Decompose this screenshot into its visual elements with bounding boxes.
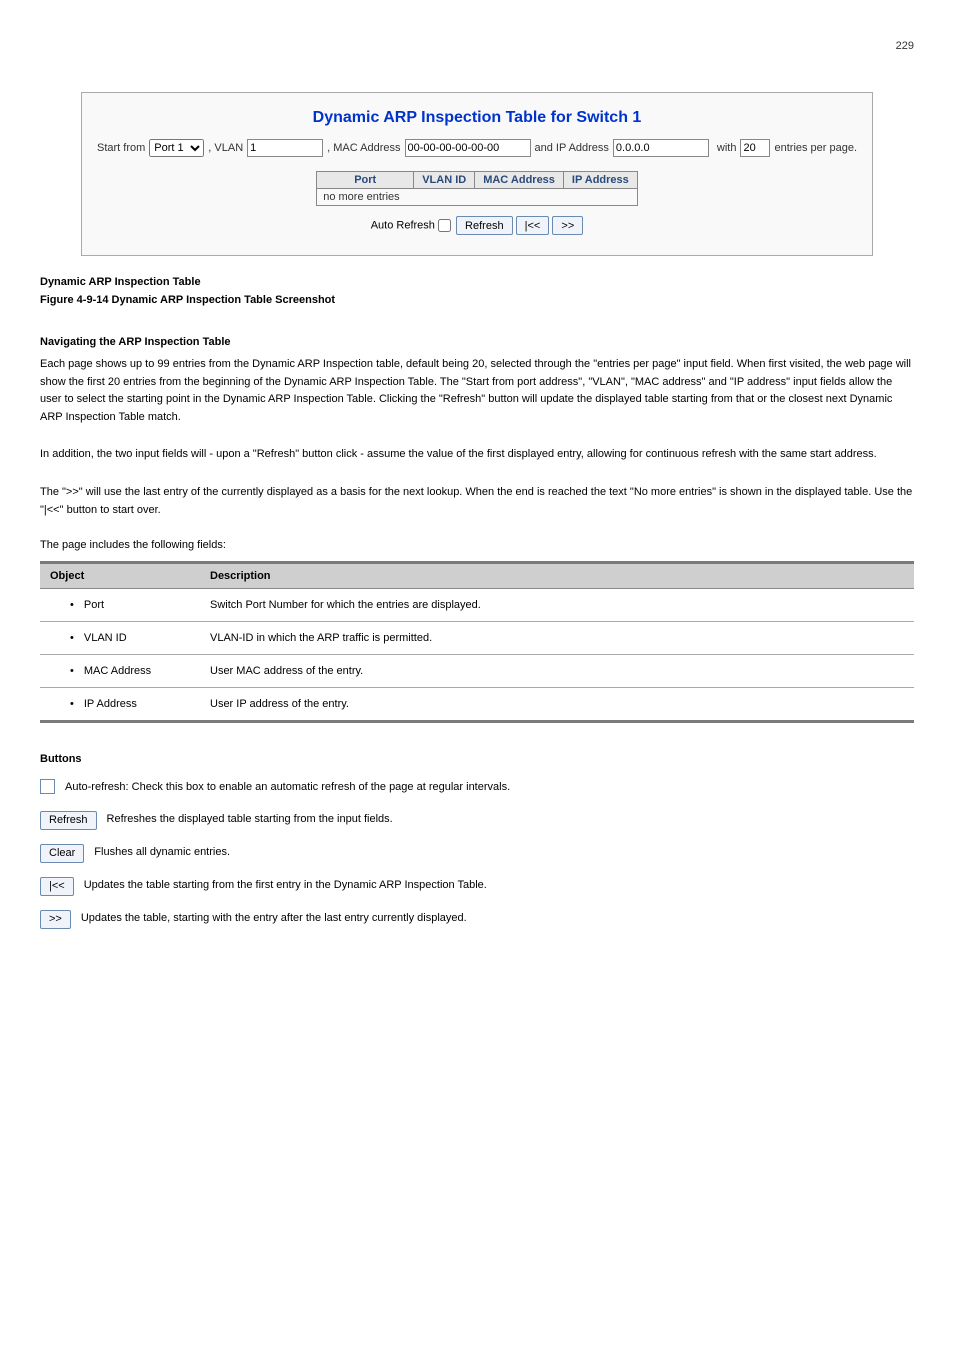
controls-row: Auto Refresh Refresh |<< >> <box>97 216 857 235</box>
ip-label: and IP Address <box>535 142 609 154</box>
start-from-label: Start from <box>97 142 145 154</box>
th-ip: IP Address <box>563 172 637 189</box>
table-row: Port Switch Port Number for which the en… <box>40 589 914 622</box>
page-number-top: 229 <box>40 40 914 52</box>
table-row: VLAN ID VLAN-ID in which the ARP traffic… <box>40 622 914 655</box>
panel-title: Dynamic ARP Inspection Table for Switch … <box>97 109 857 127</box>
obj-port-desc: Switch Port Number for which the entries… <box>200 589 914 622</box>
auto-refresh-label: Auto Refresh <box>371 219 435 231</box>
button-desc-first: |<< Updates the table starting from the … <box>40 877 914 896</box>
figure-caption: Figure 4-9-14 Dynamic ARP Inspection Tab… <box>40 294 914 306</box>
table-intro: The page includes the following fields: <box>40 539 914 551</box>
no-more-entries: no more entries <box>317 189 638 206</box>
obj-ip-desc: User IP address of the entry. <box>200 688 914 722</box>
port-select[interactable]: Port 1 <box>149 139 204 157</box>
obj-port: Port <box>70 599 104 611</box>
obj-vlan-desc: VLAN-ID in which the ARP traffic is perm… <box>200 622 914 655</box>
table-row: IP Address User IP address of the entry. <box>40 688 914 722</box>
button-desc-refresh-text: Refreshes the displayed table starting f… <box>107 811 914 829</box>
section-title: Dynamic ARP Inspection Table <box>40 276 914 288</box>
button-desc-autorefresh: Auto-refresh: Check this box to enable a… <box>40 779 914 797</box>
refresh-button-icon: Refresh <box>40 811 97 830</box>
button-desc-next-text: Updates the table, starting with the ent… <box>81 910 914 928</box>
ip-input[interactable] <box>613 139 709 157</box>
buttons-heading: Buttons <box>40 753 914 765</box>
clear-button-icon: Clear <box>40 844 84 863</box>
mac-label: , MAC Address <box>327 142 400 154</box>
checkbox-icon <box>40 779 55 794</box>
first-button-icon: |<< <box>40 877 74 896</box>
th-mac: MAC Address <box>475 172 564 189</box>
button-desc-refresh: Refresh Refreshes the displayed table st… <box>40 811 914 830</box>
vlan-input[interactable] <box>247 139 323 157</box>
mac-input[interactable] <box>405 139 531 157</box>
button-desc-next: >> Updates the table, starting with the … <box>40 910 914 929</box>
nav-paragraph-2: In addition, the two input fields will -… <box>40 446 914 464</box>
obj-mac: MAC Address <box>70 665 151 677</box>
button-desc-clear-text: Flushes all dynamic entries. <box>94 844 914 862</box>
nav-heading: Navigating the ARP Inspection Table <box>40 336 914 348</box>
nav-paragraph-3: The ">>" will use the last entry of the … <box>40 484 914 519</box>
obj-vlan: VLAN ID <box>70 632 127 644</box>
button-desc-first-text: Updates the table starting from the firs… <box>84 877 914 895</box>
filter-row: Start from Port 1 , VLAN , MAC Address a… <box>97 139 857 157</box>
next-page-button[interactable]: >> <box>552 216 583 235</box>
th-vlan: VLAN ID <box>414 172 475 189</box>
next-button-icon: >> <box>40 910 71 929</box>
object-description-table: Object Description Port Switch Port Numb… <box>40 561 914 723</box>
th-description: Description <box>200 563 914 589</box>
auto-refresh-checkbox[interactable] <box>438 219 451 232</box>
table-header-row: Port VLAN ID MAC Address IP Address <box>317 172 638 189</box>
table-row: MAC Address User MAC address of the entr… <box>40 655 914 688</box>
th-object: Object <box>40 563 200 589</box>
button-desc-autorefresh-text: Auto-refresh: Check this box to enable a… <box>65 779 914 797</box>
table-row-empty: no more entries <box>317 189 638 206</box>
vlan-label: , VLAN <box>208 142 243 154</box>
refresh-button[interactable]: Refresh <box>456 216 513 235</box>
nav-paragraph-1: Each page shows up to 99 entries from th… <box>40 356 914 426</box>
entries-suffix: entries per page. <box>774 142 857 154</box>
button-desc-clear: Clear Flushes all dynamic entries. <box>40 844 914 863</box>
obj-mac-desc: User MAC address of the entry. <box>200 655 914 688</box>
obj-ip: IP Address <box>70 698 137 710</box>
with-label: with <box>717 142 737 154</box>
arp-inspection-table: Port VLAN ID MAC Address IP Address no m… <box>316 171 638 206</box>
entries-input[interactable] <box>740 139 770 157</box>
th-port: Port <box>317 172 414 189</box>
arp-table-panel: Dynamic ARP Inspection Table for Switch … <box>81 92 873 256</box>
first-page-button[interactable]: |<< <box>516 216 550 235</box>
